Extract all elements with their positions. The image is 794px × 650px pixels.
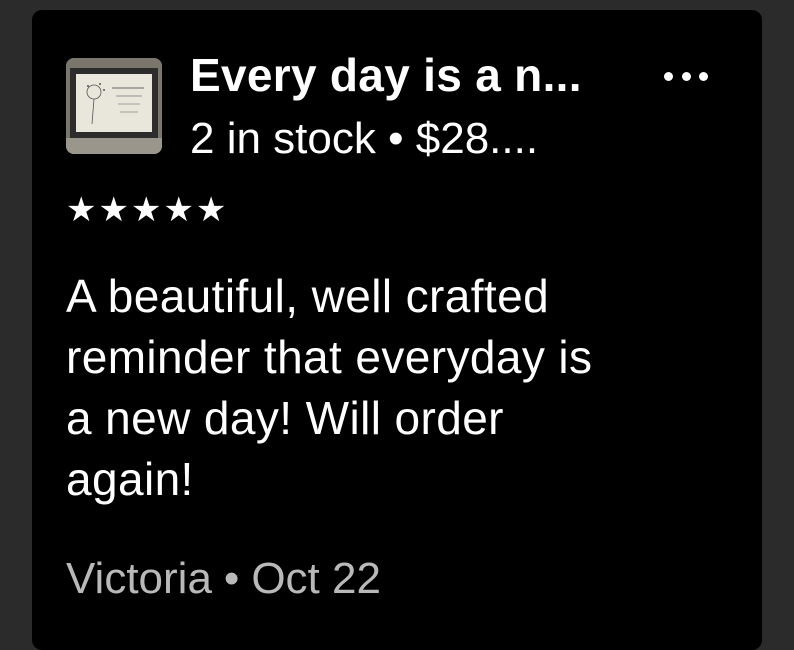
reviewer-name: Victoria — [66, 554, 212, 603]
review-meta: Victoria • Oct 22 — [66, 554, 381, 604]
listing-subtitle: 2 in stock • $28.... — [190, 114, 538, 164]
more-dot — [681, 71, 691, 81]
listing-thumbnail[interactable] — [66, 58, 162, 154]
meta-separator: • — [223, 554, 240, 603]
stock-count: 2 in stock — [190, 114, 376, 163]
more-options-icon[interactable] — [664, 64, 708, 88]
framed-print-thumbnail-icon — [66, 58, 162, 154]
subtitle-separator: • — [388, 114, 404, 163]
listing-title[interactable]: Every day is a n... — [190, 48, 582, 102]
listing-price: $28.... — [415, 114, 539, 163]
review-card: Every day is a n... 2 in stock • $28....… — [32, 10, 762, 650]
star-rating: ★★★★★ — [66, 191, 229, 229]
more-dot — [699, 71, 708, 81]
more-dot — [664, 71, 673, 81]
review-text: A beautiful, well crafted reminder that … — [66, 270, 593, 505]
review-date: Oct 22 — [251, 554, 381, 603]
